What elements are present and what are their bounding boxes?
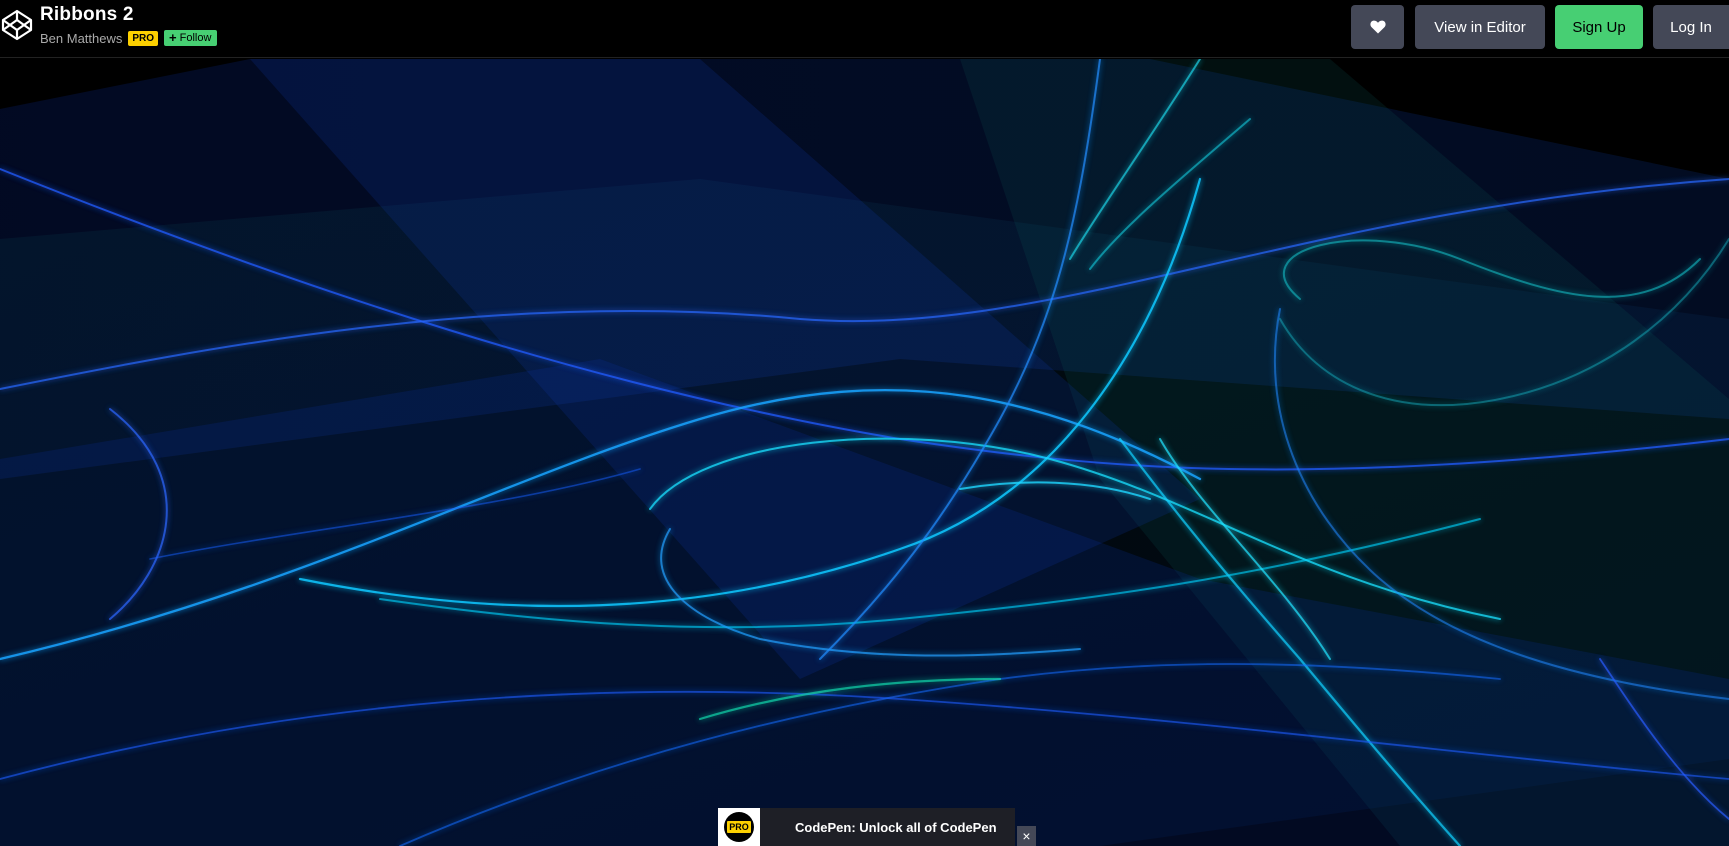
plus-icon: + xyxy=(169,30,177,45)
author-row: Ben Matthews PRO + Follow xyxy=(40,30,218,46)
ribbons-artwork xyxy=(0,59,1729,846)
author-name[interactable]: Ben Matthews xyxy=(40,31,122,46)
view-in-editor-button[interactable]: View in Editor xyxy=(1415,5,1545,49)
pen-title: Ribbons 2 xyxy=(40,4,134,25)
codepen-logo-icon[interactable] xyxy=(0,8,34,42)
top-bar: Ribbons 2 Ben Matthews PRO + Follow View… xyxy=(0,0,1729,58)
like-button[interactable] xyxy=(1351,5,1404,49)
log-in-button[interactable]: Log In xyxy=(1653,5,1729,49)
pro-badge: PRO xyxy=(128,30,159,46)
pro-promo-banner[interactable]: PRO CodePen: Unlock all of CodePen xyxy=(718,808,1015,846)
close-icon[interactable]: × xyxy=(1017,826,1036,846)
follow-button[interactable]: + Follow xyxy=(164,30,218,46)
pro-logo-badge: PRO xyxy=(727,821,751,833)
ribbons-canvas[interactable] xyxy=(0,59,1729,846)
pro-logo-circle: PRO xyxy=(724,812,754,842)
sign-up-button[interactable]: Sign Up xyxy=(1555,5,1643,49)
follow-label: Follow xyxy=(179,32,212,44)
pro-logo: PRO xyxy=(718,808,760,846)
promo-text[interactable]: CodePen: Unlock all of CodePen xyxy=(795,820,997,835)
heart-icon xyxy=(1369,20,1386,34)
